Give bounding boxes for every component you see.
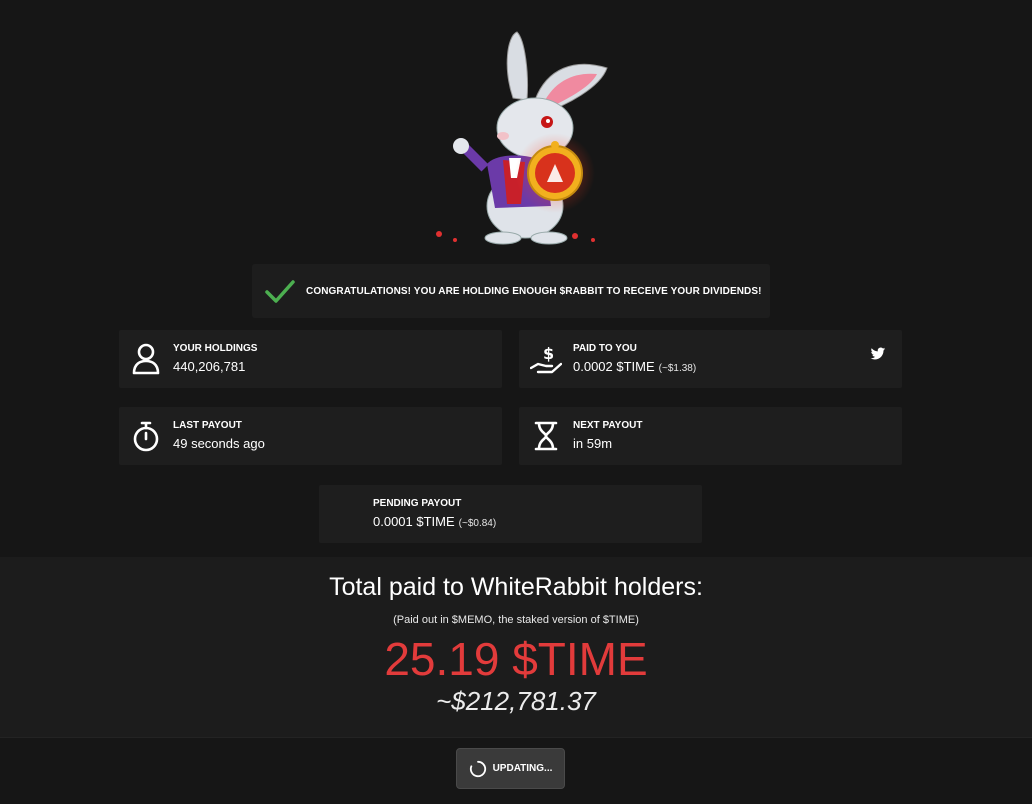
total-paid-amount: 25.19 $TIME [384,633,648,685]
total-paid-title: Total paid to WhiteRabbit holders: [329,573,703,601]
user-icon [130,342,162,376]
white-rabbit-mascot [425,28,615,248]
eligibility-banner: CONGRATULATIONS! YOU ARE HOLDING ENOUGH … [252,264,770,318]
holdings-value: 440,206,781 [173,359,246,374]
hand-dollar-icon: $ [530,342,562,376]
last-payout-card: LAST PAYOUT 49 seconds ago [119,407,502,465]
pending-value: 0.0001 $TIME [373,514,455,529]
total-paid-subtitle: (Paid out in $MEMO, the staked version o… [393,614,639,626]
pending-payout-label: PENDING PAYOUT [373,498,462,509]
last-payout-value: 49 seconds ago [173,436,265,451]
next-payout-label: NEXT PAYOUT [573,420,643,431]
pending-payout-card: PENDING PAYOUT 0.0001 $TIME (~$0.84) [319,485,702,543]
stopwatch-icon [130,419,162,453]
total-paid-usd: ~$212,781.37 [436,686,596,716]
checkmark-icon [265,280,295,303]
paid-value-row: 0.0002 $TIME (~$1.38) [573,359,696,374]
pending-value-row: 0.0001 $TIME (~$0.84) [373,514,496,529]
holdings-label: YOUR HOLDINGS [173,343,258,354]
rabbit-logo-image [436,31,608,245]
eligibility-message: CONGRATULATIONS! YOU ARE HOLDING ENOUGH … [306,285,762,297]
spinner-icon [469,760,486,777]
paid-value: 0.0002 $TIME [573,359,655,374]
next-payout-value: in 59m [573,436,613,451]
last-payout-label: LAST PAYOUT [173,420,242,431]
divider [0,737,1032,738]
pending-usd: (~$0.84) [458,518,497,529]
paid-usd: (~$1.38) [658,363,697,374]
paid-label: PAID TO YOU [573,343,637,354]
holdings-card: YOUR HOLDINGS 440,206,781 [119,330,502,388]
updating-button[interactable]: UPDATING... [456,748,565,789]
hourglass-icon [530,419,562,453]
twitter-icon[interactable] [870,347,886,361]
svg-text:$: $ [543,344,554,363]
paid-to-you-card: $ PAID TO YOU 0.0002 $TIME (~$1.38) [519,330,902,388]
next-payout-card: NEXT PAYOUT in 59m [519,407,902,465]
updating-label: UPDATING... [492,763,553,774]
